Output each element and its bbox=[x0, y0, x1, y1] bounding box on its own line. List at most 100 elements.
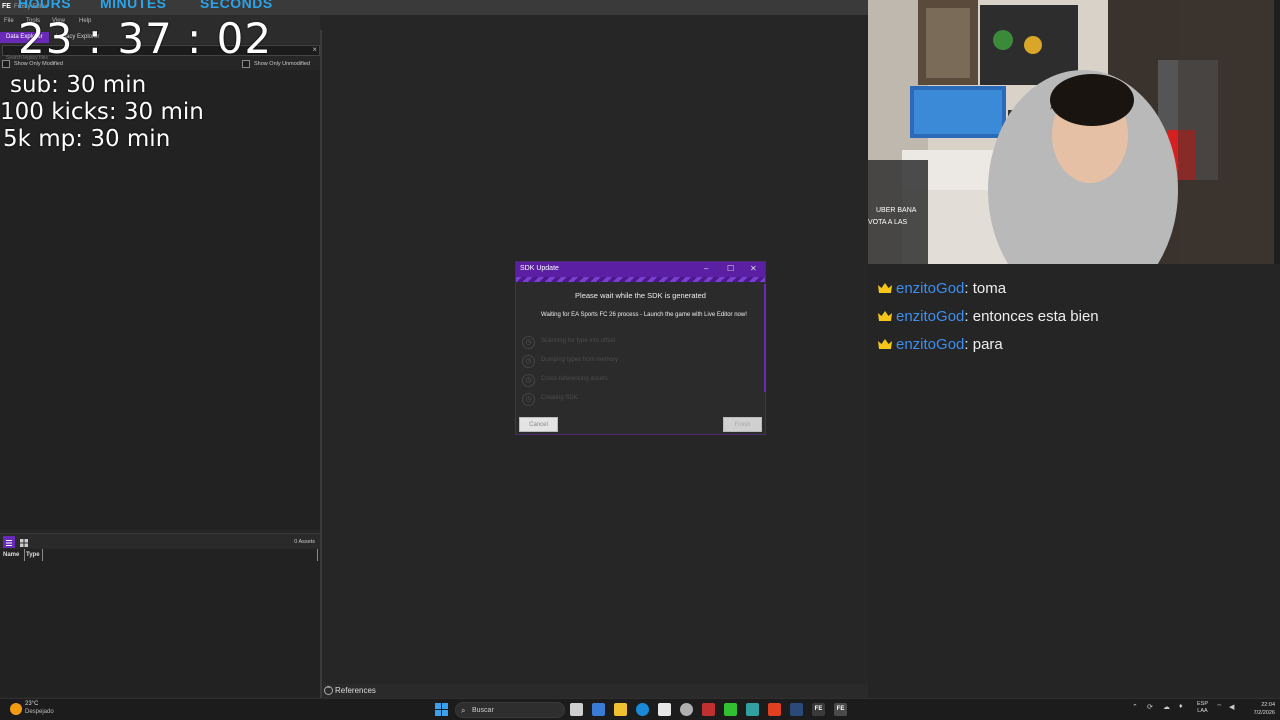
dialog-title: SDK Update bbox=[520, 265, 559, 272]
steam-icon[interactable] bbox=[790, 703, 803, 716]
webcam-feed: UBER BANA VOTA A LAS bbox=[868, 0, 1274, 264]
spinner-icon bbox=[522, 313, 535, 326]
dialog-heading: Please wait while the SDK is generated bbox=[575, 291, 706, 300]
settings-gear-icon[interactable] bbox=[680, 703, 693, 716]
keyboard-layout: LAA bbox=[1197, 708, 1208, 714]
step-label: Waiting for EA Sports FC 26 process - La… bbox=[541, 312, 747, 318]
task-view-icon[interactable] bbox=[570, 703, 583, 716]
chevron-up-icon[interactable]: ⌃ bbox=[324, 686, 333, 695]
step-item: ◷ Dumping types from memory bbox=[522, 353, 762, 369]
minimize-icon[interactable]: – bbox=[704, 264, 708, 273]
clock-icon: ◷ bbox=[522, 374, 535, 387]
notepad-icon[interactable] bbox=[746, 703, 759, 716]
file-explorer-icon[interactable] bbox=[614, 703, 627, 716]
timer-separator: : bbox=[73, 14, 118, 63]
dialog-titlebar: SDK Update – ☐ ✕ bbox=[516, 262, 765, 277]
chevron-up-icon[interactable]: ⌃ bbox=[1132, 703, 1138, 711]
clock[interactable]: 22:04 7/2/2026 bbox=[1243, 701, 1275, 717]
brave-browser-icon[interactable] bbox=[768, 703, 781, 716]
app-icon[interactable] bbox=[724, 703, 737, 716]
tray-app-icon[interactable]: ⟳ bbox=[1147, 703, 1153, 711]
taskbar-search-label: Buscar bbox=[472, 707, 494, 714]
timer-minutes: 37 bbox=[117, 14, 173, 63]
column-name[interactable]: Name bbox=[3, 552, 19, 558]
assets-column-header: Name Type bbox=[0, 549, 320, 561]
chat-message: enzitoGod: entonces esta bien bbox=[878, 308, 1099, 325]
finish-button[interactable]: Finish bbox=[723, 417, 762, 432]
clock-date: 7/2/2026 bbox=[1253, 710, 1275, 716]
countdown-timer: 23 : 37 : 02 bbox=[18, 14, 272, 63]
timer-seconds: 02 bbox=[216, 14, 273, 63]
cancel-button[interactable]: Cancel bbox=[519, 417, 558, 432]
clock-icon: ◷ bbox=[522, 355, 535, 368]
widgets-icon[interactable] bbox=[592, 703, 605, 716]
crown-icon bbox=[878, 283, 892, 293]
webcam-overlay-text: VOTA A LAS bbox=[868, 219, 908, 226]
dialog-scrollbar[interactable] bbox=[764, 284, 766, 392]
volume-icon[interactable]: ◀ bbox=[1229, 703, 1234, 711]
grid-icon bbox=[20, 539, 28, 547]
step-item: ◷ Scanning for type info offset bbox=[522, 334, 762, 350]
list-icon bbox=[6, 540, 12, 546]
edge-browser-icon[interactable] bbox=[636, 703, 649, 716]
webcam-image: UBER BANA VOTA A LAS bbox=[868, 0, 1274, 264]
step-label: Scanning for type info offset bbox=[541, 338, 616, 344]
screen-edge-strip bbox=[1274, 0, 1280, 264]
app-icon[interactable] bbox=[702, 703, 715, 716]
clock-icon: ◷ bbox=[522, 336, 535, 349]
chat-text: : para bbox=[964, 336, 1003, 353]
frosty-editor-icon[interactable]: FE bbox=[812, 703, 825, 716]
weather-temperature[interactable]: 23°C bbox=[25, 701, 38, 707]
taskbar: 23°C Despejado ⌕ Buscar FE FE ⌃ ⟳ ☁ ♦ ES… bbox=[0, 698, 1280, 720]
windows-start-icon[interactable] bbox=[435, 703, 448, 716]
list-view-button[interactable] bbox=[3, 536, 15, 548]
crown-icon bbox=[878, 339, 892, 349]
stream-goals: sub: 30 min 100 kicks: 30 min 5k mp: 30 … bbox=[0, 72, 204, 153]
step-item: ◷ Creating SDK bbox=[522, 391, 762, 407]
chat-message: enzitoGod: toma bbox=[878, 280, 1006, 297]
weather-sun-icon[interactable] bbox=[10, 703, 22, 715]
references-label: References bbox=[335, 686, 376, 695]
maximize-icon[interactable]: ☐ bbox=[727, 264, 734, 273]
taskbar-search[interactable]: ⌕ Buscar bbox=[455, 702, 565, 718]
close-icon[interactable]: × bbox=[312, 45, 317, 54]
column-type[interactable]: Type bbox=[26, 552, 40, 558]
column-divider[interactable] bbox=[317, 549, 318, 561]
chat-text: : entonces esta bien bbox=[964, 308, 1099, 325]
column-divider[interactable] bbox=[42, 549, 43, 561]
goal-item: sub: 30 min bbox=[10, 72, 147, 98]
timer-labels: HOURS MINUTES SECONDS bbox=[0, 0, 280, 13]
references-bar[interactable]: ⌃ References bbox=[322, 684, 868, 698]
show-only-modified-checkbox[interactable] bbox=[2, 60, 10, 68]
clock-time: 22:04 bbox=[1261, 702, 1275, 708]
weather-description[interactable]: Despejado bbox=[25, 709, 54, 715]
chat-panel: enzitoGod: toma enzitoGod: entonces esta… bbox=[868, 264, 1280, 696]
column-divider[interactable] bbox=[24, 549, 25, 561]
chat-username[interactable]: enzitoGod bbox=[896, 280, 964, 297]
frosty-editor-icon[interactable]: FE bbox=[834, 703, 847, 716]
chat-username[interactable]: enzitoGod bbox=[896, 308, 964, 325]
timer-hours: 23 bbox=[18, 14, 74, 63]
goal-item: 100 kicks: 30 min bbox=[0, 99, 204, 125]
network-icon[interactable]: ⌔ bbox=[1216, 703, 1223, 712]
webcam-overlay-text: UBER BANA bbox=[876, 207, 917, 214]
grid-view-button[interactable] bbox=[18, 536, 30, 548]
assets-list[interactable] bbox=[0, 561, 320, 697]
crown-icon bbox=[878, 311, 892, 321]
step-item: ◷ Cross-referencing assets bbox=[522, 372, 762, 388]
search-icon: ⌕ bbox=[461, 706, 466, 715]
close-icon[interactable]: ✕ bbox=[750, 264, 757, 273]
clock-icon: ◷ bbox=[522, 393, 535, 406]
tray-app-icon[interactable]: ☁ bbox=[1163, 703, 1170, 711]
menu-file[interactable]: File bbox=[4, 18, 14, 24]
calculator-icon[interactable] bbox=[658, 703, 671, 716]
assets-header: 0 Assets bbox=[0, 533, 320, 549]
tray-app-icon[interactable]: ♦ bbox=[1179, 703, 1183, 710]
language-code: ESP bbox=[1197, 701, 1209, 707]
chat-text: : toma bbox=[964, 280, 1007, 297]
step-label: Cross-referencing assets bbox=[541, 376, 608, 382]
language-indicator[interactable]: ESP LAA bbox=[1197, 701, 1208, 715]
assets-count: 0 Assets bbox=[294, 539, 315, 545]
screen: FE Frosty Editor File Tools View Help Da… bbox=[0, 0, 1280, 720]
chat-username[interactable]: enzitoGod bbox=[896, 336, 964, 353]
